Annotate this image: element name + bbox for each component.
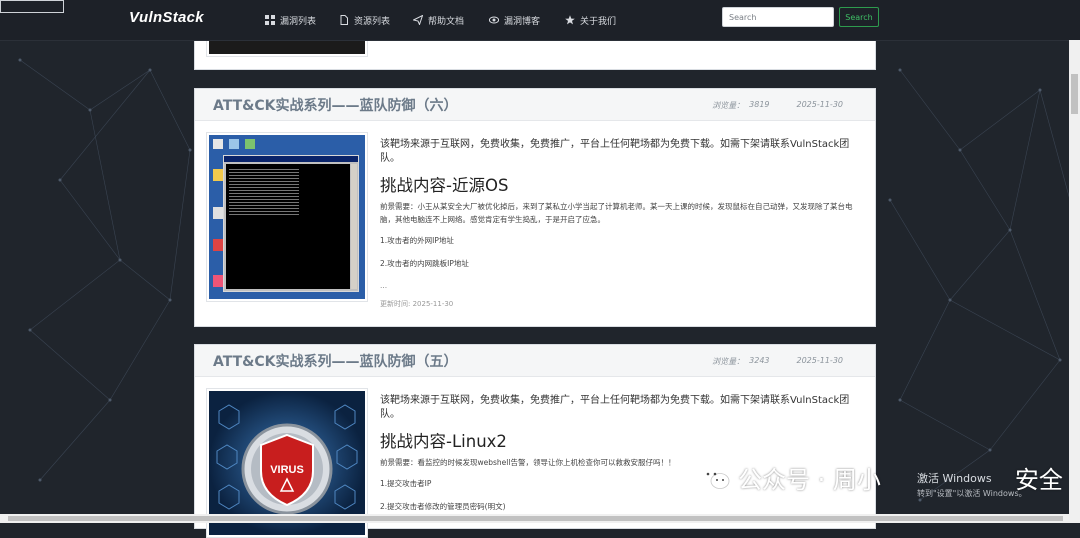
post-thumbnail[interactable] bbox=[206, 132, 368, 302]
nav-item-vuln-blog[interactable]: 漏洞博客 bbox=[489, 13, 540, 27]
search-input[interactable] bbox=[722, 7, 834, 27]
views-count: 3243 bbox=[749, 356, 770, 365]
eye-icon bbox=[489, 16, 499, 24]
post-card-header: ATT&CK实战系列——蓝队防御（六） 浏览量： 3819 2025-11-30 bbox=[195, 89, 875, 121]
post-meta: 浏览量： 3819 2025-11-30 bbox=[712, 100, 843, 111]
task-item: 1.攻击者的外网IP地址 bbox=[380, 236, 454, 245]
post-intro: 该靶场来源于互联网，免费收集，免费推广，平台上任何靶场都为免费下载。如需下架请联… bbox=[380, 139, 850, 164]
wechat-icon bbox=[701, 466, 730, 489]
nav-item-label: 漏洞博客 bbox=[504, 16, 541, 27]
task-item: 2.攻击者的内网跳板IP地址 bbox=[380, 259, 469, 268]
post-date: 2025-11-30 bbox=[796, 100, 844, 109]
nav-item-help-docs[interactable]: 帮助文档 bbox=[413, 13, 464, 27]
scrollbar-thumb[interactable] bbox=[8, 516, 1063, 521]
challenge-heading: 挑战内容-Linux2 bbox=[380, 432, 507, 451]
windows-activation-notice: 激活 Windows 转到"设置"以激活 Windows。 bbox=[917, 470, 1027, 499]
nav-item-label: 资源列表 bbox=[354, 16, 391, 27]
post-card-header: ATT&CK实战系列——蓝队防御（五） 浏览量： 3243 2025-11-30 bbox=[195, 345, 875, 377]
top-navbar: VulnStack 漏洞列表 资源列表 帮助文档 漏洞博客 关于我们 Searc… bbox=[0, 0, 1080, 41]
file-icon bbox=[340, 15, 348, 25]
post-title[interactable]: ATT&CK实战系列——蓝队防御（五） bbox=[213, 351, 458, 371]
views-label: 浏览量： bbox=[712, 357, 745, 366]
challenge-heading: 挑战内容-近源OS bbox=[380, 176, 509, 195]
activation-title: 激活 Windows bbox=[917, 472, 992, 485]
scrollbar-thumb[interactable] bbox=[1071, 74, 1078, 114]
post-description: 前景需要：小王从某安全大厂被优化掉后，来到了某私立小学当起了计算机老师。某一天上… bbox=[380, 202, 853, 224]
vertical-scrollbar[interactable] bbox=[1069, 40, 1080, 514]
post-date: 2025-11-30 bbox=[796, 356, 844, 365]
nav-item-label: 关于我们 bbox=[580, 16, 617, 27]
search-button[interactable]: Search bbox=[839, 7, 879, 27]
nav-item-resource-list[interactable]: 资源列表 bbox=[339, 13, 390, 27]
post-body: 该靶场来源于互联网，免费收集，免费推广，平台上任何靶场都为免费下载。如需下架请联… bbox=[380, 394, 860, 524]
post-body: 该靶场来源于互联网，免费收集，免费推广，平台上任何靶场都为免费下载。如需下架请联… bbox=[380, 138, 860, 309]
nav-item-label: 漏洞列表 bbox=[280, 16, 317, 27]
task-item: 2.提交攻击者修改的管理员密码(明文) bbox=[380, 502, 506, 511]
post-intro: 该靶场来源于互联网，免费收集，免费推广，平台上任何靶场都为免费下载。如需下架请联… bbox=[380, 395, 850, 420]
views-count: 3819 bbox=[749, 100, 770, 109]
post-card: ATT&CK实战系列——蓝队防御（六） 浏览量： 3819 2025-11-30 bbox=[194, 88, 876, 327]
brand-logo[interactable]: VulnStack bbox=[129, 9, 204, 26]
nav-item-about[interactable]: 关于我们 bbox=[565, 13, 616, 27]
post-title[interactable]: ATT&CK实战系列——蓝队防御（六） bbox=[213, 95, 458, 115]
views-label: 浏览量： bbox=[712, 101, 745, 110]
send-icon bbox=[413, 15, 423, 25]
post-card: ATT&CK实战系列——蓝队防御（五） 浏览量： 3243 2025-11-30 bbox=[194, 344, 876, 538]
watermark-text: 公众号 · 周小 bbox=[738, 466, 881, 494]
activation-subtitle: 转到"设置"以激活 Windows。 bbox=[917, 489, 1027, 498]
more-ellipsis: ... bbox=[380, 281, 388, 290]
star-icon bbox=[565, 15, 575, 25]
post-meta: 浏览量： 3243 2025-11-30 bbox=[712, 356, 843, 367]
nav-item-vuln-list[interactable]: 漏洞列表 bbox=[265, 13, 316, 27]
grid-icon bbox=[265, 15, 275, 25]
nav-item-label: 帮助文档 bbox=[428, 16, 465, 27]
nav-corner-box bbox=[0, 0, 64, 13]
updated-time: 更新时间: 2025-11-30 bbox=[380, 300, 454, 308]
horizontal-scrollbar[interactable] bbox=[0, 514, 1080, 523]
virus-label: VIRUS bbox=[270, 464, 304, 476]
